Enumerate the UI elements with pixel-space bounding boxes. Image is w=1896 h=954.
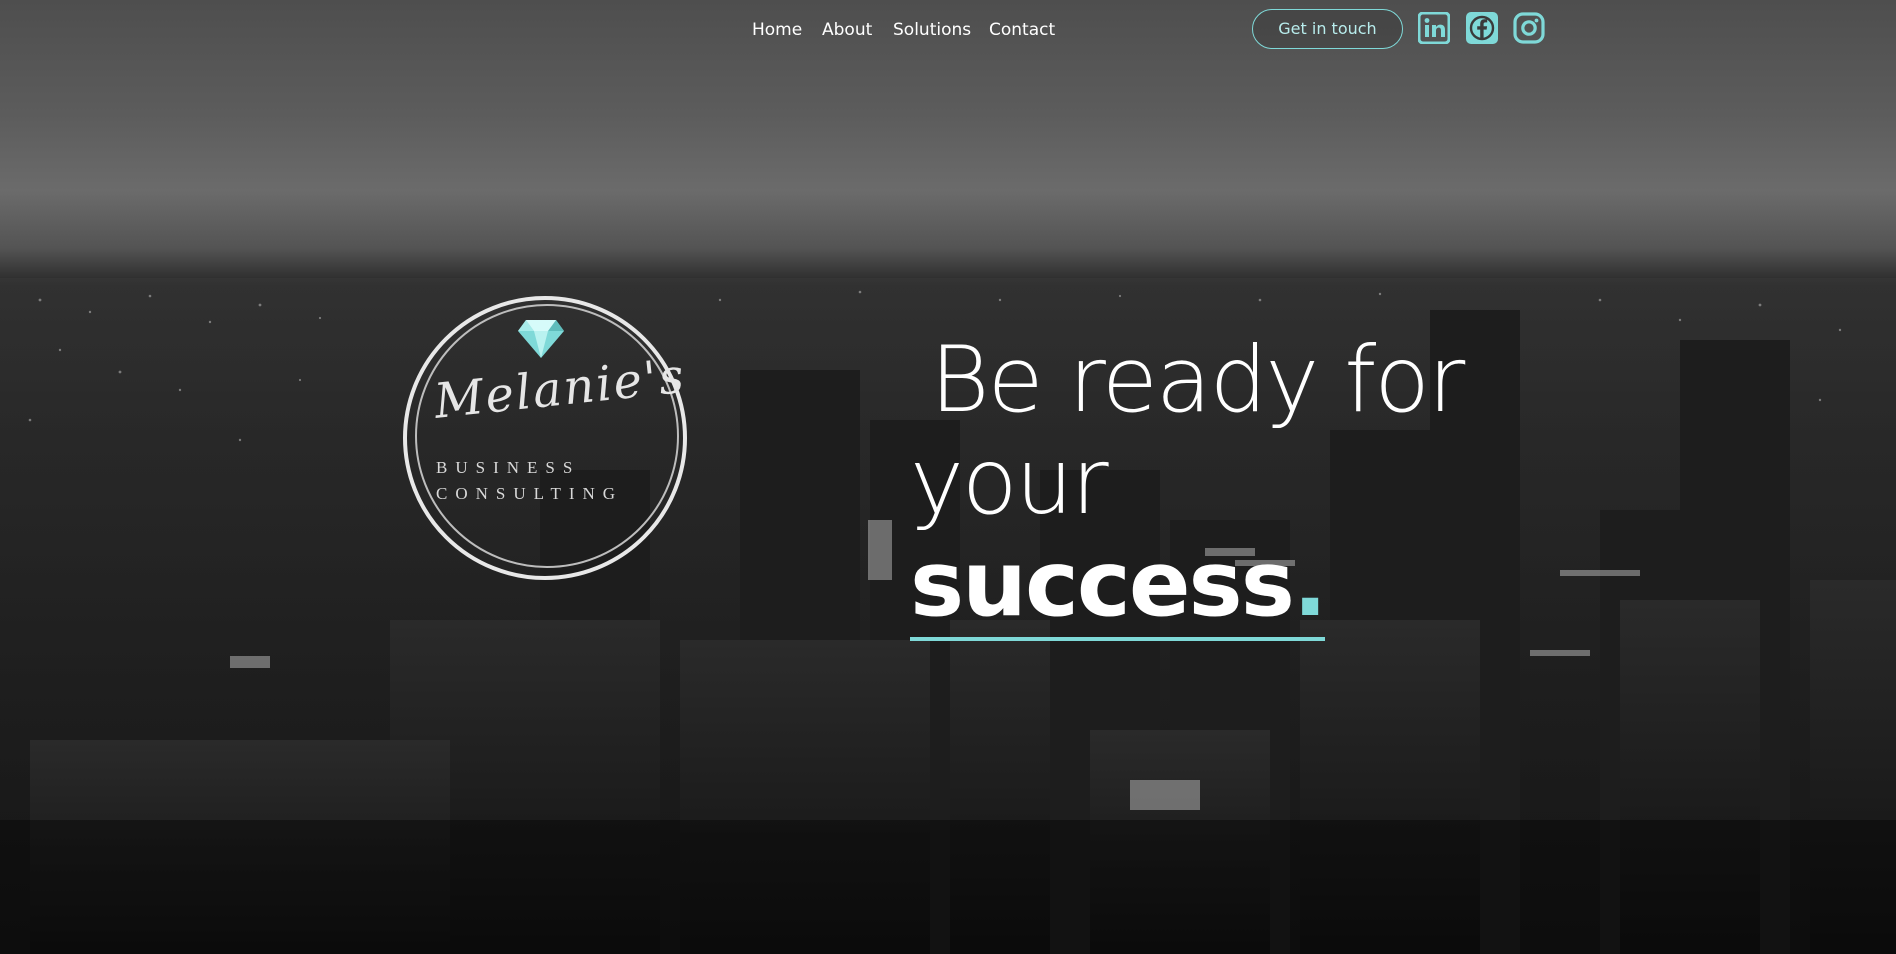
headline-emphasis-word: success — [910, 532, 1295, 637]
diamond-icon — [518, 320, 564, 358]
headline-accent-dot: . — [1292, 532, 1328, 637]
top-nav: Home About Solutions Contact — [0, 18, 1896, 42]
company-logo[interactable]: Melanie's BUSINESS CONSULTING — [400, 290, 690, 590]
headline-line-2: your success. — [910, 432, 1510, 641]
logo-line-business: BUSINESS — [436, 458, 581, 477]
linkedin-icon[interactable] — [1418, 12, 1450, 44]
headline-line-1: Be ready for — [930, 328, 1465, 433]
instagram-icon[interactable] — [1513, 12, 1545, 44]
nav-link-contact[interactable]: Contact — [989, 18, 1055, 42]
hero-section: Home About Solutions Contact Get in touc… — [0, 0, 1896, 954]
facebook-icon[interactable] — [1466, 12, 1498, 44]
nav-link-about[interactable]: About — [822, 18, 872, 42]
headline-emphasis: success. — [910, 539, 1327, 641]
headline-line-2-light: your — [910, 430, 1109, 535]
hero-headline: Be ready for your success. — [910, 330, 1510, 641]
get-in-touch-button[interactable]: Get in touch — [1252, 9, 1403, 49]
nav-link-solutions[interactable]: Solutions — [893, 18, 971, 42]
logo-line-consulting: CONSULTING — [436, 484, 624, 503]
nav-link-home[interactable]: Home — [752, 18, 802, 42]
